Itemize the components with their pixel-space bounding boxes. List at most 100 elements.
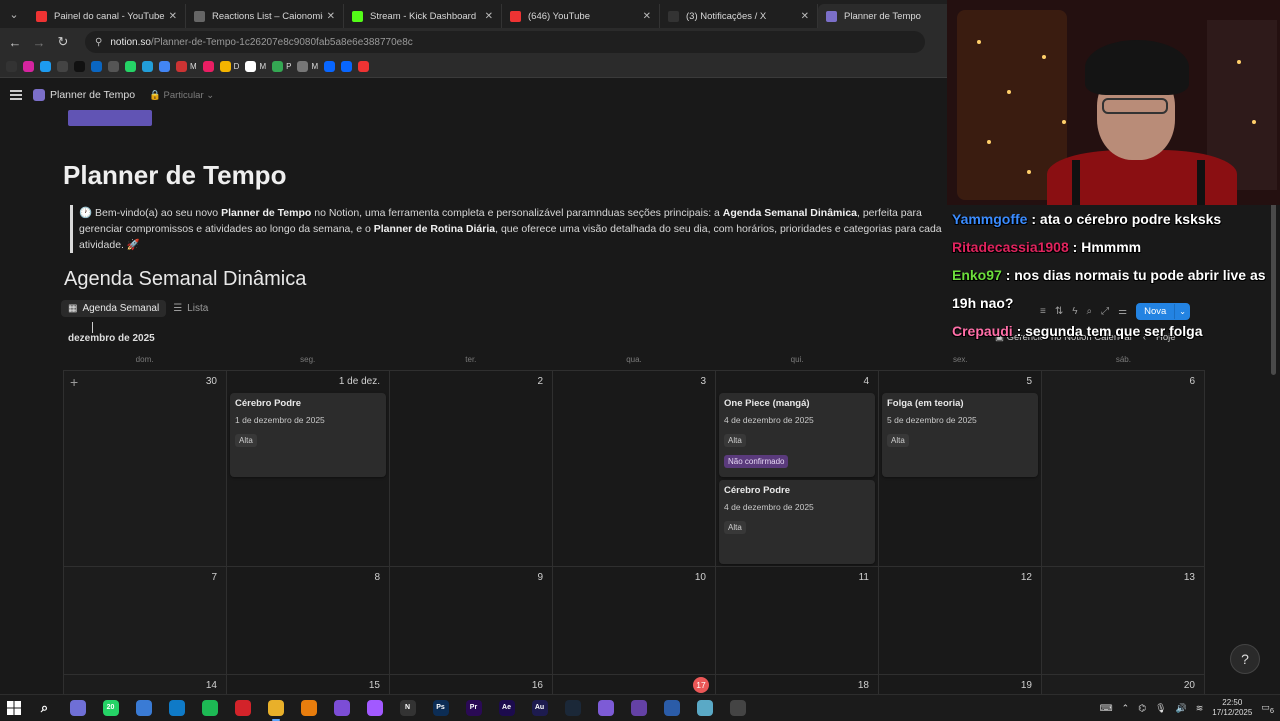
bookmark-icon[interactable] — [202, 61, 214, 72]
calendar-day-cell[interactable]: 1 de dez. Cérebro Podre 1 de dezembro de 2… — [227, 371, 390, 567]
calendar-day-cell[interactable]: +30 — [64, 371, 227, 567]
bookmark-icon[interactable] — [272, 61, 284, 72]
browser-tab[interactable]: (646) YouTube ✕ — [502, 4, 660, 28]
obsidian-icon[interactable] — [333, 699, 350, 716]
tab-agenda-semanal[interactable]: ▦ Agenda Semanal — [61, 300, 167, 317]
wifi-icon[interactable]: ≋ — [1196, 703, 1204, 714]
bookmark-icon[interactable] — [108, 61, 119, 72]
bookmark-icon[interactable] — [297, 61, 309, 72]
network-icon[interactable]: ⌬ — [1138, 703, 1146, 714]
forward-arrow-icon[interactable]: → — [27, 35, 51, 50]
add-event-icon[interactable]: + — [70, 374, 78, 390]
bookmark-icon[interactable] — [57, 61, 68, 72]
calendar-day-cell[interactable]: 3 — [553, 371, 716, 567]
bookmark-icon[interactable] — [91, 61, 102, 72]
browser-tab[interactable]: (3) Notificações / X ✕ — [660, 4, 818, 28]
bookmark-icon[interactable] — [23, 61, 34, 72]
microphone-icon[interactable]: 🎙 — [1155, 703, 1166, 714]
bookmark-label[interactable]: M — [311, 62, 318, 71]
tab-favicon-icon — [510, 10, 521, 22]
bookmark-icon[interactable] — [159, 61, 170, 72]
bookmark-label[interactable]: M — [190, 62, 197, 71]
bookmark-icon[interactable] — [74, 61, 85, 72]
bookmark-icon[interactable] — [219, 61, 231, 72]
start-button[interactable] — [0, 700, 28, 715]
calendar-day-cell[interactable]: 9 — [390, 567, 553, 675]
help-button[interactable]: ? — [1230, 644, 1260, 674]
figma-icon[interactable] — [366, 699, 383, 716]
bookmark-icon[interactable] — [324, 61, 336, 72]
close-tab-icon[interactable]: ✕ — [801, 11, 809, 22]
spotify-icon[interactable] — [201, 699, 218, 716]
event-card[interactable]: Cérebro Podre 1 de dezembro de 2025 Alta — [230, 393, 386, 477]
event-card[interactable]: Cérebro Podre 4 de dezembro de 2025 Alta — [719, 480, 875, 564]
audition-icon[interactable]: Au — [531, 699, 548, 716]
day-number: 2 — [537, 376, 543, 387]
bookmark-icon[interactable] — [176, 61, 187, 72]
event-card[interactable]: One Piece (mangá) 4 de dezembro de 2025 Al… — [719, 393, 875, 477]
calendar-day-cell[interactable]: 2 — [390, 371, 553, 567]
close-tab-icon[interactable]: ✕ — [327, 11, 335, 22]
after-effects-icon[interactable]: Ae — [498, 699, 515, 716]
photoshop-icon[interactable]: Ps — [432, 699, 449, 716]
calendar-day-cell[interactable]: 11 — [716, 567, 879, 675]
back-arrow-icon[interactable]: ← — [3, 35, 27, 50]
person-hat — [1085, 40, 1189, 95]
privacy-label[interactable]: 🔒 Particular ⌄ — [149, 90, 214, 101]
obs-icon[interactable] — [729, 699, 746, 716]
reload-icon[interactable]: ↻ — [51, 34, 75, 50]
search-icon[interactable]: ⌕ — [37, 700, 53, 716]
close-tab-icon[interactable]: ✕ — [485, 11, 493, 22]
chrome-icon[interactable] — [267, 699, 284, 721]
bookmark-icon[interactable] — [341, 61, 353, 72]
blender-icon[interactable] — [300, 699, 317, 716]
kick-studio-icon[interactable] — [663, 699, 680, 716]
discord-like-icon[interactable] — [597, 699, 614, 716]
notion-icon[interactable]: N — [399, 699, 416, 716]
calendar-day-cell[interactable]: 13 — [1042, 567, 1205, 675]
twitch-icon[interactable] — [630, 699, 647, 716]
volume-icon[interactable]: 🔊 — [1176, 703, 1187, 714]
priority-row: Alta — [235, 430, 381, 451]
opera-icon[interactable] — [234, 699, 251, 716]
calendar-day-cell[interactable]: 5 Folga (em teoria) 5 de dezembro de 2025 A… — [879, 371, 1042, 567]
tab-lista[interactable]: ☰ Lista — [166, 300, 215, 317]
calendar-day-cell[interactable]: 8 — [227, 567, 390, 675]
bookmark-label[interactable]: M — [259, 62, 266, 71]
keyboard-icon[interactable]: ⌨ — [1100, 703, 1113, 714]
bookmark-icon[interactable] — [142, 61, 153, 72]
site-info-icon[interactable]: ⚲ — [95, 37, 102, 48]
edge-icon[interactable] — [168, 699, 185, 716]
breadcrumb-page-title[interactable]: Planner de Tempo — [50, 89, 135, 101]
close-tab-icon[interactable]: ✕ — [169, 11, 177, 22]
close-tab-icon[interactable]: ✕ — [643, 11, 651, 22]
calendar-day-cell[interactable]: 6 — [1042, 371, 1205, 567]
bookmark-icon[interactable] — [125, 61, 136, 72]
steam-icon[interactable] — [564, 699, 581, 716]
calendar-day-cell[interactable]: 10 — [553, 567, 716, 675]
bookmark-icon[interactable] — [358, 61, 370, 72]
event-card[interactable]: Folga (em teoria) 5 de dezembro de 2025 Al… — [882, 393, 1038, 477]
premiere-icon[interactable]: Pr — [465, 699, 482, 716]
clock[interactable]: 22:50 17/12/2025 — [1212, 698, 1252, 718]
browser-tab[interactable]: Painel do canal - YouTube Studio ✕ — [28, 4, 186, 28]
bookmark-icon[interactable] — [40, 61, 51, 72]
calendar-day-cell[interactable]: 12 — [879, 567, 1042, 675]
bookmark-label[interactable]: P — [286, 62, 291, 71]
url-field[interactable]: ⚲ notion.so/Planner-de-Tempo-1c26207e8c9… — [85, 31, 925, 53]
chevron-up-icon[interactable]: ⌃ — [1122, 703, 1130, 714]
tab-search-dropdown[interactable]: ⌄ — [0, 0, 28, 28]
copilot-icon[interactable] — [135, 699, 152, 716]
menu-icon[interactable] — [10, 88, 22, 103]
bookmark-icon[interactable] — [245, 61, 257, 72]
notification-icon[interactable]: ▭6 — [1261, 702, 1274, 715]
files-icon[interactable] — [696, 699, 713, 716]
calendar-day-cell[interactable]: 7 — [64, 567, 227, 675]
whatsapp-icon[interactable]: 20 — [102, 699, 119, 716]
chrome-ai-icon[interactable] — [69, 699, 86, 716]
bookmark-icon[interactable] — [6, 61, 17, 72]
browser-tab[interactable]: Stream - Kick Dashboard ✕ — [344, 4, 502, 28]
bookmark-label[interactable]: D — [234, 62, 240, 71]
calendar-day-cell[interactable]: 4 One Piece (mangá) 4 de dezembro de 2025 A… — [716, 371, 879, 567]
browser-tab[interactable]: Reactions List – Caionomichi ✕ — [186, 4, 344, 28]
